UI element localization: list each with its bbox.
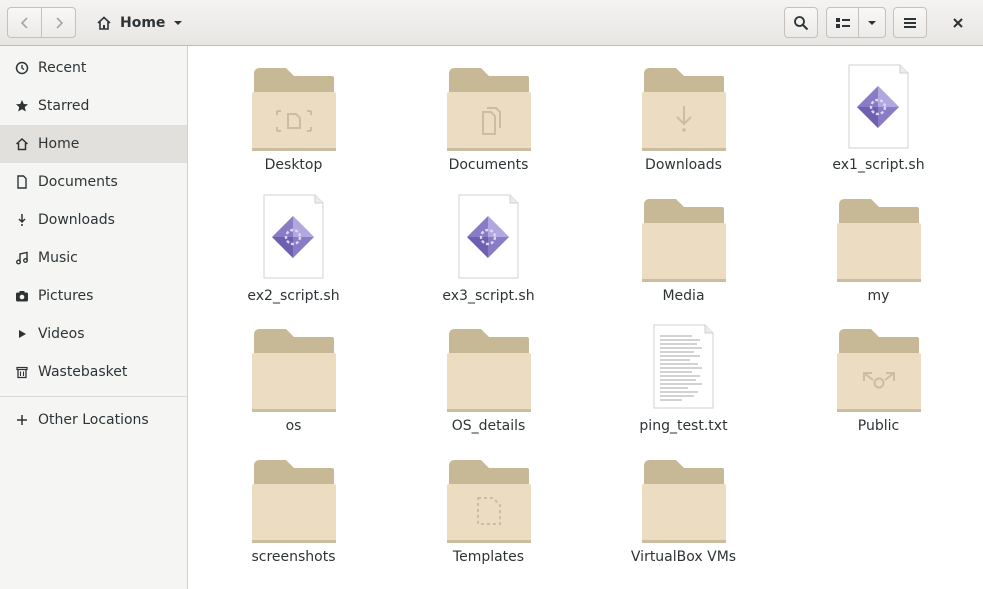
- file-item-downloads[interactable]: Downloads: [586, 60, 781, 180]
- close-button[interactable]: [942, 7, 974, 38]
- folder-icon: [642, 458, 726, 544]
- sidebar: Recent Starred Home Documents Downloads …: [0, 46, 188, 589]
- sidebar-item-label: Videos: [38, 326, 85, 342]
- folder-icon: [252, 327, 336, 413]
- hamburger-menu-icon: [904, 17, 916, 28]
- sidebar-item-home[interactable]: Home: [0, 125, 187, 163]
- folder-documents-icon: [447, 66, 531, 152]
- home-icon: [14, 136, 30, 152]
- search-icon: [794, 15, 809, 30]
- file-name: Documents: [448, 157, 529, 173]
- sidebar-item-documents[interactable]: Documents: [0, 163, 187, 201]
- file-item-os-details[interactable]: OS_details: [391, 320, 586, 440]
- chevron-down-icon: [174, 20, 183, 25]
- home-icon: [97, 15, 111, 30]
- file-name: ping_test.txt: [639, 418, 728, 434]
- sidebar-item-label: Documents: [38, 174, 118, 190]
- folder-templates-icon: [447, 458, 531, 544]
- file-name: Public: [857, 418, 900, 434]
- file-item-documents[interactable]: Documents: [391, 60, 586, 180]
- file-name: os: [285, 418, 302, 434]
- sidebar-item-label: Downloads: [38, 212, 115, 228]
- file-item-ex1-script[interactable]: ex1_script.sh: [781, 60, 976, 180]
- file-name: Templates: [452, 549, 525, 565]
- sidebar-item-label: Home: [38, 136, 80, 152]
- folder-icon: [252, 458, 336, 544]
- sidebar-item-wastebasket[interactable]: Wastebasket: [0, 353, 187, 391]
- sidebar-item-starred[interactable]: Starred: [0, 87, 187, 125]
- sidebar-item-recent[interactable]: Recent: [0, 49, 187, 87]
- sidebar-item-videos[interactable]: Videos: [0, 315, 187, 353]
- star-icon: [14, 98, 30, 114]
- file-item-desktop[interactable]: Desktop: [196, 60, 391, 180]
- video-icon: [14, 326, 30, 342]
- view-options-button[interactable]: [858, 7, 886, 38]
- sidebar-item-label: Pictures: [38, 288, 94, 304]
- text-file-icon: [642, 324, 726, 410]
- file-name: my: [867, 288, 890, 304]
- file-name: ex3_script.sh: [442, 288, 535, 304]
- file-name: Downloads: [645, 157, 722, 173]
- file-name: ex1_script.sh: [832, 157, 925, 173]
- file-item-os[interactable]: os: [196, 320, 391, 440]
- file-item-public[interactable]: Public: [781, 320, 976, 440]
- chevron-down-icon: [868, 20, 876, 25]
- file-item-ping-test[interactable]: ping_test.txt: [586, 320, 781, 440]
- download-icon: [14, 212, 30, 228]
- file-name: screenshots: [251, 549, 336, 565]
- header-bar: Home: [0, 0, 983, 46]
- file-item-media[interactable]: Media: [586, 190, 781, 310]
- music-icon: [14, 250, 30, 266]
- file-item-my[interactable]: my: [781, 190, 976, 310]
- sidebar-item-label: Starred: [38, 98, 90, 114]
- sidebar-divider: [0, 396, 187, 397]
- location-label: Home: [120, 14, 166, 31]
- file-name: ex2_script.sh: [247, 288, 340, 304]
- plus-icon: [14, 412, 30, 428]
- clock-icon: [14, 60, 30, 76]
- close-icon: [953, 17, 963, 28]
- forward-button[interactable]: [41, 7, 76, 38]
- sidebar-item-label: Wastebasket: [38, 364, 128, 380]
- chevron-left-icon: [20, 16, 28, 29]
- folder-desktop-icon: [252, 66, 336, 152]
- file-name: VirtualBox VMs: [630, 549, 737, 565]
- menu-button[interactable]: [893, 7, 927, 38]
- sidebar-item-label: Recent: [38, 60, 87, 76]
- document-icon: [14, 174, 30, 190]
- folder-public-icon: [837, 327, 921, 413]
- list-view-icon: [835, 17, 850, 28]
- sidebar-item-music[interactable]: Music: [0, 239, 187, 277]
- back-button[interactable]: [7, 7, 42, 38]
- script-file-icon: [252, 194, 336, 280]
- sidebar-item-other-locations[interactable]: Other Locations: [0, 401, 187, 439]
- file-item-templates[interactable]: Templates: [391, 451, 586, 571]
- file-name: Desktop: [264, 157, 323, 173]
- folder-icon: [447, 327, 531, 413]
- file-item-screenshots[interactable]: screenshots: [196, 451, 391, 571]
- search-button[interactable]: [784, 7, 818, 38]
- file-item-ex2-script[interactable]: ex2_script.sh: [196, 190, 391, 310]
- script-file-icon: [837, 64, 921, 150]
- file-name: OS_details: [451, 418, 526, 434]
- location-button[interactable]: Home: [88, 7, 191, 38]
- sidebar-item-label: Other Locations: [38, 412, 149, 428]
- script-file-icon: [447, 194, 531, 280]
- sidebar-item-label: Music: [38, 250, 78, 266]
- folder-downloads-icon: [642, 66, 726, 152]
- trash-icon: [14, 364, 30, 380]
- folder-icon: [837, 197, 921, 283]
- sidebar-item-downloads[interactable]: Downloads: [0, 201, 187, 239]
- file-name: Media: [662, 288, 705, 304]
- camera-icon: [14, 288, 30, 304]
- sidebar-item-pictures[interactable]: Pictures: [0, 277, 187, 315]
- file-item-virtualbox-vms[interactable]: VirtualBox VMs: [586, 451, 781, 571]
- file-item-ex3-script[interactable]: ex3_script.sh: [391, 190, 586, 310]
- list-view-button[interactable]: [826, 7, 859, 38]
- chevron-right-icon: [55, 16, 63, 29]
- folder-icon: [642, 197, 726, 283]
